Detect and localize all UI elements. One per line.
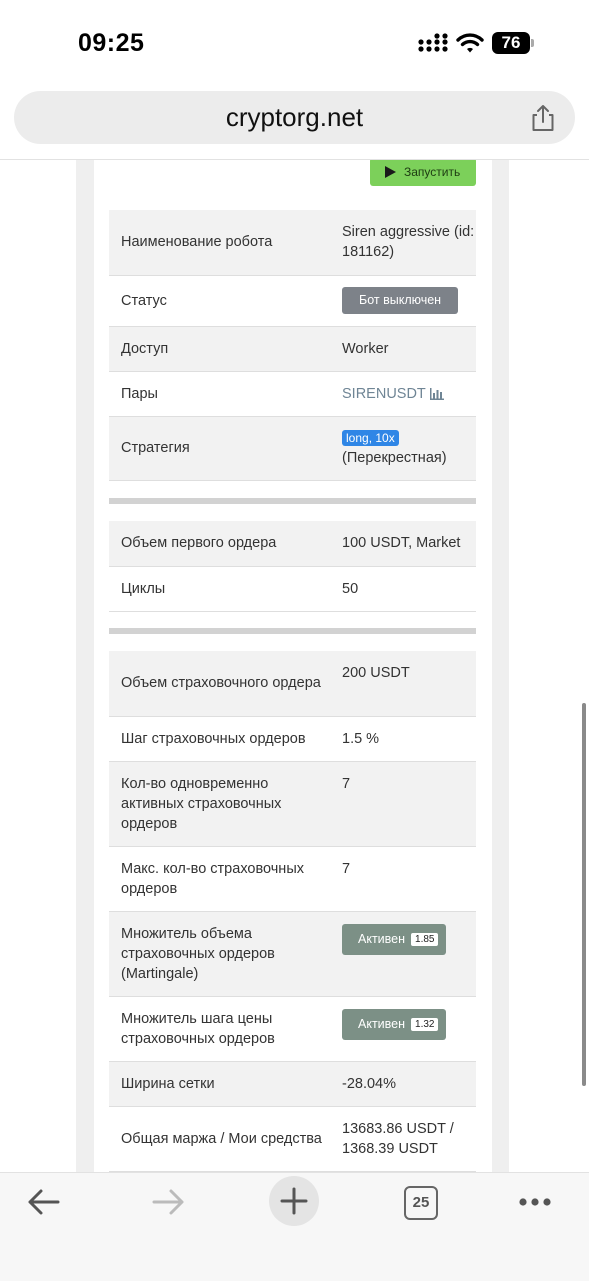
table-row: Общая маржа / Мои средства 13683.86 USDT… (109, 1106, 476, 1172)
section-divider (109, 498, 476, 504)
table-row: Объем страховочного ордера 200 USDT (109, 651, 476, 717)
volume-multiplier-badge: Активен 1.85 (342, 923, 447, 955)
cycles-value: 50 (330, 566, 476, 612)
back-arrow-icon[interactable] (26, 1188, 60, 1216)
table-row: Множитель шага цены страховочных ордеров… (109, 996, 476, 1062)
table-row: Циклы 50 (109, 566, 476, 612)
safety-step-label: Шаг страховочных ордеров (109, 716, 330, 762)
first-order-label: Объем первого ордера (109, 521, 330, 567)
section-divider (109, 628, 476, 634)
new-tab-plus-icon[interactable] (269, 1176, 319, 1226)
volume-multiplier-value: 1.85 (411, 932, 439, 946)
table-row: Наименование робота Siren aggressive (id… (109, 210, 476, 276)
max-count-label: Макс. кол-во страховочных ордеров (109, 846, 330, 912)
share-icon[interactable] (528, 103, 558, 133)
strategy-label: Стратегия (109, 416, 330, 481)
battery-icon: 76 (492, 32, 534, 54)
first-order-value: 100 USDT, Market (330, 521, 476, 567)
step-multiplier-status: Активен (358, 1016, 406, 1031)
robot-name-label: Наименование робота (109, 210, 330, 276)
cycles-label: Циклы (109, 566, 330, 612)
more-menu-icon[interactable] (518, 1196, 552, 1208)
robot-name-value: Siren aggressive (id: 181162) (330, 210, 476, 276)
access-label: Доступ (109, 326, 330, 372)
grid-width-label: Ширина сетки (109, 1061, 330, 1107)
status-bar: 09:25 76 (0, 0, 589, 88)
safety-volume-label: Объем страховочного ордера (109, 651, 330, 717)
safety-step-value: 1.5 % (330, 716, 476, 762)
table-row: Статус Бот выключен (109, 275, 476, 327)
volume-multiplier-status: Активен (358, 931, 406, 946)
battery-level: 76 (492, 32, 530, 54)
margin-value: 13683.86 USDT / 1368.39 USDT (330, 1106, 476, 1172)
bar-chart-icon[interactable] (429, 387, 444, 400)
first-order-table: Объем первого ордера 100 USDT, Market Ци… (109, 521, 476, 612)
table-row: Пары SIRENUSDT (109, 371, 476, 417)
table-row: Макс. кол-во страховочных ордеров 7 (109, 846, 476, 912)
table-row: Кол-во одновременно активных страховочны… (109, 761, 476, 847)
step-multiplier-value: 1.32 (411, 1017, 439, 1031)
status-label: Статус (109, 275, 330, 327)
forward-arrow-icon[interactable] (152, 1188, 186, 1216)
step-multiplier-badge: Активен 1.32 (342, 1008, 447, 1040)
tabs-count-button[interactable]: 25 (404, 1186, 438, 1220)
pairs-label: Пары (109, 371, 330, 417)
step-multiplier-label: Множитель шага цены страховочных ордеров (109, 996, 330, 1062)
table-row: Доступ Worker (109, 326, 476, 372)
access-value: Worker (330, 326, 476, 372)
max-count-value: 7 (330, 846, 476, 912)
pair-link[interactable]: SIRENUSDT (342, 386, 426, 402)
page-scrollbar[interactable] (582, 703, 586, 1086)
strategy-mode: (Перекрестная) (342, 450, 447, 466)
status-time: 09:25 (78, 29, 145, 57)
grid-width-value: -28.04% (330, 1061, 476, 1107)
active-count-label: Кол-во одновременно активных страховочны… (109, 761, 330, 847)
url-text[interactable]: cryptorg.net (14, 91, 575, 144)
margin-label: Общая маржа / Мои средства (109, 1106, 330, 1172)
run-bot-label: Запустить (404, 165, 461, 179)
table-row: Стратегия long, 10x (Перекрестная) (109, 416, 476, 481)
table-row: Шаг страховочных ордеров 1.5 % (109, 716, 476, 762)
table-row: Множитель объема страховочных ордеров (M… (109, 911, 476, 997)
bot-details-table: Наименование робота Siren aggressive (id… (109, 210, 476, 481)
run-bot-button[interactable]: Запустить (370, 160, 476, 186)
safety-volume-value: 200 USDT (330, 651, 476, 717)
cellular-signal-icon (418, 33, 448, 52)
table-row: Ширина сетки -28.04% (109, 1061, 476, 1107)
web-page: Запустить Наименование робота Siren aggr… (0, 160, 589, 1172)
active-count-value: 7 (330, 761, 476, 847)
wifi-icon (456, 33, 484, 53)
status-badge: Бот выключен (342, 287, 459, 314)
volume-multiplier-label: Множитель объема страховочных ордеров (M… (109, 911, 330, 997)
strategy-tag: long, 10x (342, 430, 399, 446)
table-row: Объем первого ордера 100 USDT, Market (109, 521, 476, 567)
play-icon (385, 166, 396, 178)
address-bar[interactable]: cryptorg.net (14, 91, 575, 144)
safety-orders-table: Объем страховочного ордера 200 USDT Шаг … (109, 651, 476, 1172)
